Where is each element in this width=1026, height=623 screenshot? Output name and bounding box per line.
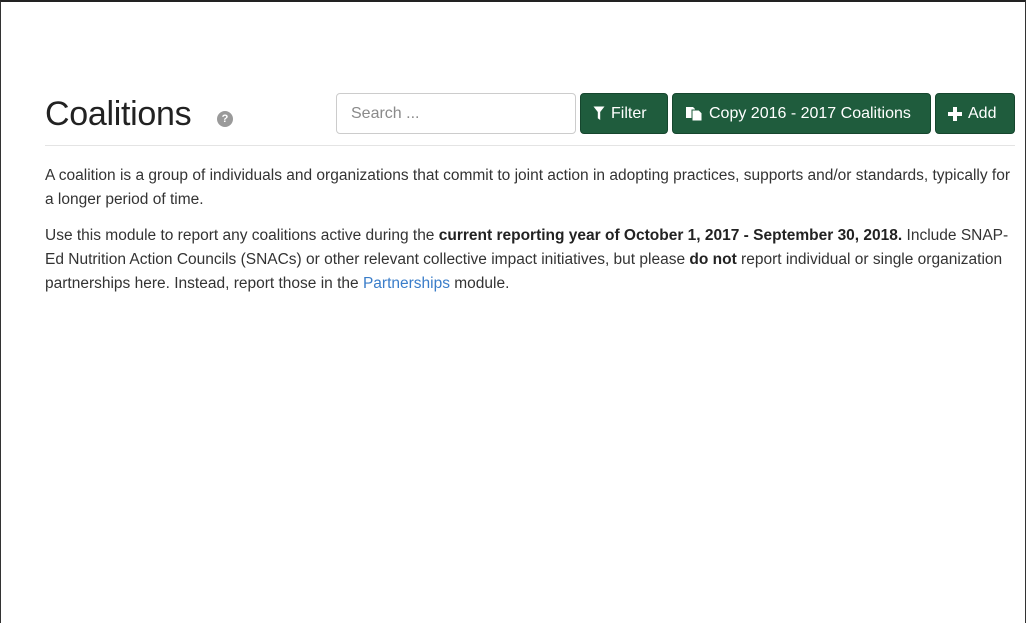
intro-text: module. (449, 275, 510, 292)
copy-button-label: Copy 2016 - 2017 Coalitions (709, 105, 911, 122)
page-header: Coalitions ? Filter Copy 2016 - 2017 Coa… (45, 92, 1015, 135)
search-input[interactable] (336, 93, 576, 134)
partnerships-link[interactable]: Partnerships (363, 275, 450, 292)
copy-icon (685, 106, 703, 122)
filter-button[interactable]: Filter (580, 93, 668, 134)
copy-coalitions-button[interactable]: Copy 2016 - 2017 Coalitions (672, 93, 931, 134)
reporting-year-text: current reporting year of October 1, 201… (438, 227, 903, 244)
filter-icon (593, 106, 605, 121)
app-frame: Coalitions ? Filter Copy 2016 - 2017 Coa… (0, 0, 1026, 623)
page-title: Coalitions (45, 95, 192, 133)
intro-paragraph-1: A coalition is a group of individuals an… (45, 167, 1010, 208)
intro-content: A coalition is a group of individuals an… (45, 164, 1015, 308)
add-button[interactable]: Add (935, 93, 1015, 134)
plus-icon (948, 106, 962, 121)
do-not-text: do not (689, 251, 737, 268)
intro-text: Use this module to report any coalitions… (45, 227, 439, 244)
header-divider (45, 145, 1015, 146)
intro-paragraph-2: Use this module to report any coalitions… (45, 224, 1015, 296)
filter-button-label: Filter (611, 105, 647, 122)
add-button-label: Add (968, 105, 997, 122)
question-circle-icon[interactable]: ? (217, 111, 233, 127)
